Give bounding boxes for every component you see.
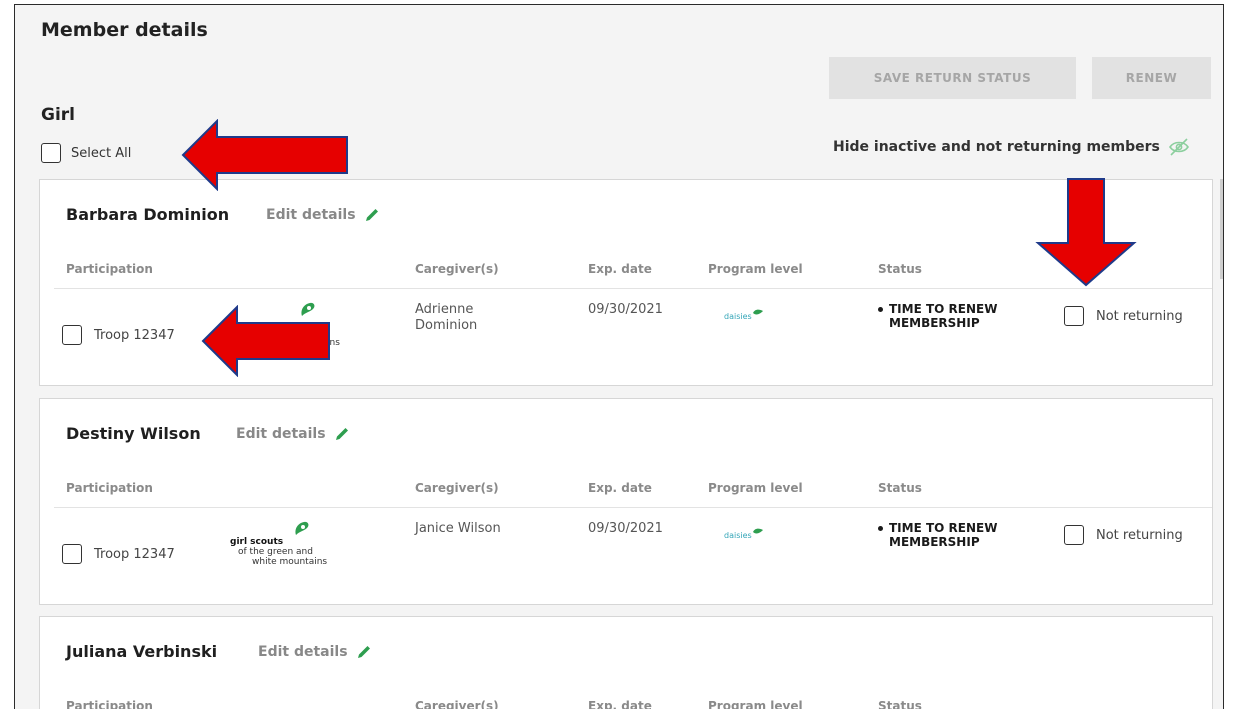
exp-date-value: 09/30/2021: [588, 521, 663, 536]
member-name: Destiny Wilson: [66, 424, 201, 443]
program-level-logo: daisies: [724, 528, 763, 540]
not-returning-control[interactable]: Not returning: [1064, 525, 1183, 545]
section-title-girl: Girl: [41, 105, 75, 125]
not-returning-label: Not returning: [1096, 527, 1183, 543]
pencil-icon: [335, 428, 348, 440]
column-header-status: Status: [878, 262, 922, 276]
status-line1: TIME TO RENEW: [889, 302, 998, 316]
status-dot-icon: [878, 307, 883, 312]
column-header-participation: Participation: [66, 262, 153, 276]
member-name: Juliana Verbinski: [66, 642, 218, 661]
select-all-control[interactable]: Select All: [41, 143, 131, 163]
status-line2: MEMBERSHIP: [889, 535, 980, 549]
red-arrow-down-icon: [1035, 178, 1137, 287]
member-card: Destiny Wilson Edit details Participatio…: [39, 398, 1213, 605]
status-badge: TIME TO RENEW MEMBERSHIP: [878, 302, 1019, 330]
column-header-program-level: Program level: [708, 262, 803, 276]
pencil-icon: [357, 646, 370, 658]
not-returning-label: Not returning: [1096, 308, 1183, 324]
status-badge: TIME TO RENEW MEMBERSHIP: [878, 521, 1019, 549]
red-arrow-left-icon: [201, 305, 330, 377]
member-details-panel: Member details SAVE RETURN STATUS RENEW …: [14, 4, 1224, 709]
save-return-status-button[interactable]: SAVE RETURN STATUS: [829, 57, 1076, 99]
status-line2: MEMBERSHIP: [889, 316, 980, 330]
column-header-caregivers: Caregiver(s): [415, 262, 499, 276]
column-header-exp-date: Exp. date: [588, 699, 652, 709]
column-header-program-level: Program level: [708, 699, 803, 709]
not-returning-control[interactable]: Not returning: [1064, 306, 1183, 326]
troop-participation[interactable]: Troop 12347: [62, 325, 175, 345]
divider: [54, 507, 1212, 508]
caregiver-first-line: Adrienne: [415, 302, 474, 317]
program-level-label: daisies: [724, 312, 752, 321]
council-name-line2: white mountains: [252, 557, 328, 567]
troop-checkbox[interactable]: [62, 325, 82, 345]
column-header-caregivers: Caregiver(s): [415, 699, 499, 709]
edit-details-link[interactable]: Edit details: [266, 207, 380, 223]
troop-checkbox[interactable]: [62, 544, 82, 564]
member-card: Juliana Verbinski Edit details Participa…: [39, 616, 1213, 709]
member-name: Barbara Dominion: [66, 205, 230, 224]
select-all-label: Select All: [71, 145, 132, 161]
hide-inactive-toggle[interactable]: Hide inactive and not returning members: [833, 138, 1190, 156]
program-level-logo: daisies: [724, 309, 763, 321]
column-header-participation: Participation: [66, 481, 153, 495]
scrollbar[interactable]: [1220, 179, 1223, 279]
column-header-status: Status: [878, 699, 922, 709]
edit-details-link[interactable]: Edit details: [258, 644, 372, 660]
column-header-status: Status: [878, 481, 922, 495]
caregiver-name: Janice Wilson: [415, 521, 501, 537]
exp-date-value: 09/30/2021: [588, 302, 663, 317]
select-all-checkbox[interactable]: [41, 143, 61, 163]
column-header-caregivers: Caregiver(s): [415, 481, 499, 495]
status-text: TIME TO RENEW MEMBERSHIP: [889, 521, 1019, 549]
column-header-exp-date: Exp. date: [588, 481, 652, 495]
council-brand: girl scouts: [230, 537, 284, 547]
column-header-participation: Participation: [66, 699, 153, 709]
not-returning-checkbox[interactable]: [1064, 306, 1084, 326]
edit-details-label: Edit details: [258, 644, 348, 660]
caregiver-second-line: Dominion: [415, 318, 478, 333]
edit-details-label: Edit details: [236, 426, 326, 442]
not-returning-checkbox[interactable]: [1064, 525, 1084, 545]
trefoil-icon: [295, 521, 309, 535]
troop-label: Troop 12347: [94, 327, 175, 343]
daisy-icon: [752, 309, 763, 315]
caregiver-name: Adrienne Dominion: [415, 302, 477, 334]
troop-participation[interactable]: Troop 12347: [62, 544, 175, 564]
program-level-label: daisies: [724, 531, 752, 540]
daisy-icon: [752, 528, 763, 534]
troop-label: Troop 12347: [94, 546, 175, 562]
council-logo: girl scouts of the green and white mount…: [230, 519, 360, 569]
status-line1: TIME TO RENEW: [889, 521, 998, 535]
red-arrow-left-icon: [181, 119, 348, 191]
renew-button[interactable]: RENEW: [1092, 57, 1211, 99]
edit-details-link[interactable]: Edit details: [236, 426, 350, 442]
page-title: Member details: [41, 19, 208, 41]
column-header-program-level: Program level: [708, 481, 803, 495]
eye-off-icon[interactable]: [1168, 138, 1190, 156]
status-dot-icon: [878, 526, 883, 531]
council-name-line1: of the green and: [238, 547, 313, 557]
edit-details-label: Edit details: [266, 207, 356, 223]
column-header-exp-date: Exp. date: [588, 262, 652, 276]
hide-inactive-label: Hide inactive and not returning members: [833, 139, 1160, 155]
caregiver-first-line: Janice Wilson: [415, 521, 501, 536]
pencil-icon: [365, 209, 378, 221]
status-text: TIME TO RENEW MEMBERSHIP: [889, 302, 1019, 330]
